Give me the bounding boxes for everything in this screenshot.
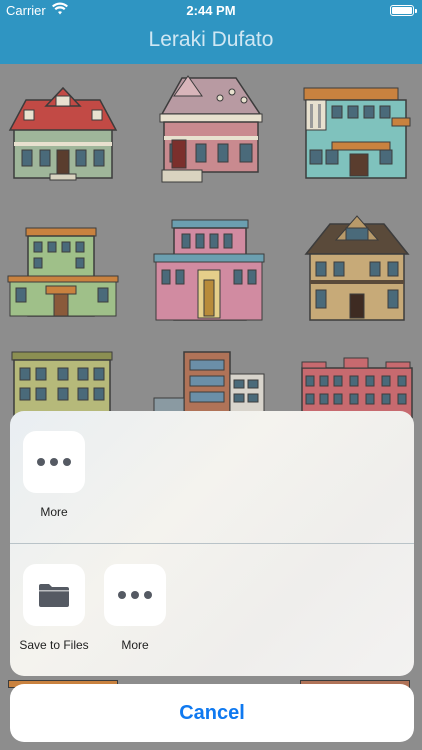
building-image	[153, 219, 265, 321]
cancel-button[interactable]: Cancel	[10, 684, 414, 742]
building-image	[11, 351, 113, 419]
share-action-save-to-files[interactable]: Save to Files	[10, 564, 99, 652]
share-action-more[interactable]: More	[10, 431, 99, 519]
status-bar: Carrier 2:44 PM	[0, 0, 422, 22]
grid-item-teal-townhouse[interactable]	[300, 84, 418, 194]
more-tile[interactable]	[104, 564, 166, 626]
navigation-bar: Carrier 2:44 PM Leraki Dufato	[0, 0, 422, 64]
building-image	[304, 215, 410, 321]
more-icon	[37, 458, 71, 466]
building-image	[7, 227, 119, 317]
share-action-label: More	[40, 505, 68, 519]
page-title: Leraki Dufato	[148, 28, 274, 51]
share-sheet: More Save to Files More	[10, 411, 414, 676]
building-image	[301, 357, 413, 419]
building-image	[303, 87, 411, 179]
grid-item-green-manor[interactable]	[6, 224, 124, 334]
folder-icon	[39, 584, 69, 607]
share-sheet-action-row: Save to Files More	[10, 544, 414, 676]
grid-item-pink-mansion[interactable]	[152, 74, 270, 184]
share-sheet-app-row: More	[10, 411, 414, 543]
share-action-label: More	[121, 638, 149, 652]
building-image	[159, 75, 263, 183]
clock: 2:44 PM	[186, 3, 236, 18]
battery-icon	[390, 5, 417, 16]
save-to-files-tile[interactable]	[23, 564, 85, 626]
building-image	[153, 351, 265, 419]
share-action-more[interactable]: More	[90, 564, 180, 652]
grid-item-pink-palace[interactable]	[152, 216, 270, 326]
more-tile[interactable]	[23, 431, 85, 493]
grid-item-victorian-red-house[interactable]	[6, 84, 124, 194]
share-action-label: Save to Files	[19, 638, 89, 652]
building-image	[8, 86, 118, 181]
more-icon	[118, 591, 152, 599]
grid-item-brown-tudor-house[interactable]	[300, 214, 418, 324]
